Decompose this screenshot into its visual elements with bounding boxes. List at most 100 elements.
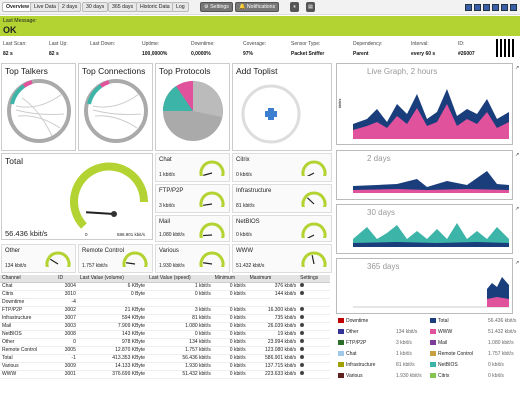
layout-3-icon[interactable] [483, 4, 490, 11]
pause-icon[interactable]: ⏸ [290, 2, 299, 12]
table-row[interactable]: Infrastructure 3007 594 KByte 81 kbit/s 0 kb… [0, 314, 330, 323]
tab-historic-data[interactable]: Historic Data [136, 2, 174, 12]
layout-2-icon[interactable] [474, 4, 481, 11]
legend-swatch [338, 351, 344, 357]
col-minimum[interactable]: Minimum [212, 275, 248, 283]
settings-button[interactable]: ⚙ Settings [200, 2, 233, 12]
clipboard-icon[interactable]: ▤ [306, 2, 315, 12]
legend-swatch [430, 362, 436, 368]
legend-value: 1.757 kbit/s [488, 351, 514, 357]
row-settings-cell [298, 338, 330, 347]
legend-name: Other [346, 329, 359, 335]
table-row[interactable]: NetBIOS 3008 143 KByte 0 kbit/s 0 kbit/s 19 k… [0, 330, 330, 339]
gear-icon[interactable] [300, 291, 305, 295]
legend-item[interactable]: Infrastructure 81 kbit/s [338, 362, 415, 368]
legend-item[interactable]: Remote Control 1.757 kbit/s [430, 351, 514, 357]
info-id: ID: #26007 [458, 41, 475, 57]
gauge-mail[interactable]: Mail 1.080 kbit/s [155, 215, 230, 242]
legend-item[interactable]: FTP/P2P 3 kbit/s [338, 340, 412, 346]
table-row[interactable]: Mail 3003 7.909 KByte 1.080 kbit/s 0 kbit/s 2… [0, 322, 330, 331]
layout-5-icon[interactable] [501, 4, 508, 11]
live-graph-pin-icon[interactable]: ↗ [515, 65, 519, 71]
tab-2-days[interactable]: 2 days [58, 2, 82, 12]
gear-icon[interactable] [300, 363, 305, 367]
legend-item[interactable]: Other 134 kbit/s [338, 329, 417, 335]
cell-minimum: 0 kbit/s [212, 362, 248, 371]
cell-minimum: 0 kbit/s [212, 354, 248, 363]
two-days-graph-pin-icon[interactable]: ↗ [515, 152, 519, 158]
gauge-citrix[interactable]: Citrix 0 kbit/s [232, 153, 332, 182]
gauge-www[interactable]: WWW 51.432 kbit/s [232, 244, 332, 273]
table-row[interactable]: Downtime -4 [0, 298, 330, 307]
legend-item[interactable]: WWW 51.432 kbit/s [430, 329, 516, 335]
cell-volume [77, 298, 148, 307]
legend-item[interactable]: Total 56.436 kbit/s [430, 318, 516, 324]
year-graph[interactable]: 365 days [336, 258, 513, 314]
notifications-button[interactable]: 🔔 Notifications [235, 2, 280, 12]
table-row[interactable]: FTP/P2P 3002 21 KByte 3 kbit/s 0 kbit/s 16.30… [0, 306, 330, 315]
gauge-netbios[interactable]: NetBIOS 0 kbit/s [232, 215, 332, 242]
table-row[interactable]: WWW 3001 376.699 KByte 51.432 kbit/s 0 kbit/… [0, 370, 330, 379]
layout-6-icon[interactable] [510, 4, 517, 11]
table-row[interactable]: Total -1 413.353 KByte 56.436 kbit/s 0 kbit/… [0, 354, 330, 363]
tab-log[interactable]: Log [172, 2, 189, 12]
tab-365-days[interactable]: 365 days [108, 2, 138, 12]
table-row[interactable]: Remote Control 3005 12.870 KByte 1.757 kbit… [0, 346, 330, 355]
legend-item[interactable]: Citrix 0 kbit/s [430, 373, 504, 379]
top-connections-panel[interactable]: Top Connections [78, 63, 153, 151]
gauge-ftp-p2p[interactable]: FTP/P2P 3 kbit/s [155, 184, 230, 213]
col-maximum[interactable]: Maximum [247, 275, 299, 283]
gauge-other[interactable]: Other 134 kbit/s [1, 244, 76, 273]
thirty-days-graph[interactable]: 30 days [336, 204, 513, 254]
row-settings-cell [298, 306, 330, 315]
legend-item[interactable]: Mail 1.080 kbit/s [430, 340, 514, 346]
year-graph-pin-icon[interactable]: ↗ [515, 260, 519, 266]
gear-icon[interactable] [300, 371, 305, 375]
legend-item[interactable]: NetBIOS 0 kbit/s [430, 362, 504, 368]
gear-icon[interactable] [300, 339, 305, 343]
legend-item[interactable]: Downtime [338, 318, 368, 324]
thirty-days-graph-pin-icon[interactable]: ↗ [515, 206, 519, 212]
legend-item[interactable]: Various 1.930 kbit/s [338, 373, 422, 379]
gear-icon[interactable] [300, 331, 305, 335]
cell-speed: 134 kbit/s [147, 338, 213, 347]
live-graph[interactable]: Live Graph, 2 hours kbit/s [336, 63, 513, 145]
gear-icon[interactable] [300, 315, 305, 319]
various-gauge-dial [199, 251, 225, 267]
col-channel[interactable]: Channel [0, 275, 57, 283]
legend-item[interactable]: Chat 1 kbit/s [338, 351, 412, 357]
gauge-infrastructure[interactable]: Infrastructure 81 kbit/s [232, 184, 332, 213]
total-gauge-panel[interactable]: Total 56.436 kbit/s 0 586.901 kbit/s [1, 153, 153, 240]
legend-name: WWW [438, 329, 453, 335]
table-row[interactable]: Chat 3004 6 KByte 1 kbit/s 0 kbit/s 376 kbit/… [0, 282, 330, 291]
table-row[interactable]: Citrix 3010 0 Byte 0 kbit/s 0 kbit/s 144 kbit… [0, 290, 330, 299]
cell-maximum: 376 kbit/s [247, 282, 299, 291]
table-row[interactable]: Various 3009 14.133 KByte 1.930 kbit/s 0 kbi… [0, 362, 330, 371]
gear-icon[interactable] [300, 347, 305, 351]
gear-icon[interactable] [300, 355, 305, 359]
col-speed[interactable]: Last Value (speed) [147, 275, 213, 283]
gauge-chat[interactable]: Chat 1 kbit/s [155, 153, 230, 182]
two-days-graph[interactable]: 2 days [336, 150, 513, 200]
col-id[interactable]: ID [56, 275, 78, 283]
legend-value: 0 kbit/s [488, 373, 504, 379]
top-protocols-panel[interactable]: Top Protocols [155, 63, 230, 151]
cell-maximum: 223.633 kbit/s [247, 370, 299, 379]
cell-channel: WWW [0, 370, 57, 379]
tab-30-days[interactable]: 30 days [82, 2, 109, 12]
gauge-remote-control[interactable]: Remote Control 1.757 kbit/s [78, 244, 153, 273]
layout-4-icon[interactable] [492, 4, 499, 11]
add-toplist-panel[interactable]: Add Toplist [232, 63, 332, 151]
gear-icon[interactable] [300, 323, 305, 327]
tab-live-data[interactable]: Live Data [30, 2, 60, 12]
table-row[interactable]: Other 0 978 KByte 134 kbit/s 0 kbit/s 23.994 … [0, 338, 330, 347]
gear-icon[interactable] [300, 283, 305, 287]
layout-1-icon[interactable] [465, 4, 472, 11]
tab-overview[interactable]: Overview [2, 2, 34, 12]
gauge-arc [301, 222, 327, 238]
top-talkers-panel[interactable]: Top Talkers [1, 63, 76, 151]
gear-icon[interactable] [300, 307, 305, 311]
gauge-various[interactable]: Various 1.930 kbit/s [155, 244, 230, 273]
info-dependency: Dependency: Parent [353, 41, 383, 57]
col-volume[interactable]: Last Value (volume) [77, 275, 148, 283]
